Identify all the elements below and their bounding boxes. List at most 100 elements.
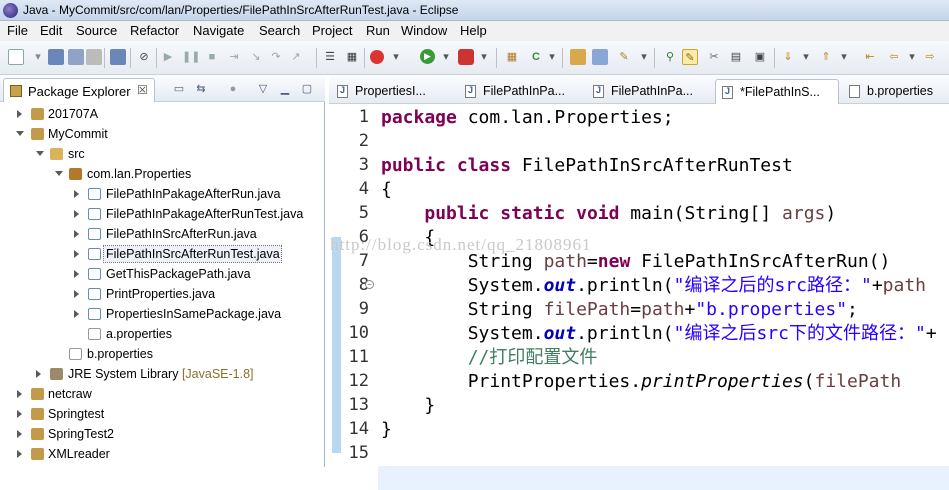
run-icon[interactable]: ▶ — [420, 49, 435, 64]
menu-search[interactable]: Search — [259, 23, 300, 38]
menu-edit[interactable]: Edit — [40, 23, 62, 38]
code-line-5[interactable]: public static void main(String[] args) — [381, 202, 836, 226]
terminate-icon[interactable]: ■ — [204, 49, 220, 65]
external-tools-icon[interactable] — [458, 49, 474, 65]
new-class-icon[interactable]: C — [528, 49, 544, 65]
new-java-project-icon[interactable]: ▦ — [504, 49, 520, 65]
previous-annotation-icon[interactable]: ⇑ — [818, 49, 834, 65]
toggle-mark-icon[interactable]: ⚲ — [662, 49, 678, 65]
tree-item-mycommit[interactable]: MyCommit — [0, 124, 324, 144]
next-annotation-icon[interactable]: ⇓ — [780, 49, 796, 65]
open-folder-icon[interactable] — [570, 49, 586, 65]
project-icon — [31, 448, 44, 460]
menu-help[interactable]: Help — [460, 23, 487, 38]
code-line-4[interactable]: { — [381, 178, 392, 202]
new-file-icon[interactable] — [8, 49, 24, 65]
tree-item-jre-library[interactable]: JRE System Library [JavaSE-1.8] — [0, 364, 324, 384]
code-line-12[interactable]: PrintProperties.printProperties(filePath — [381, 370, 902, 394]
menu-refactor[interactable]: Refactor — [130, 23, 179, 38]
tree-item-java-file[interactable]: GetThisPackagePath.java — [0, 264, 324, 284]
line-number: 14 — [348, 419, 369, 439]
tree-item-xmlreader[interactable]: XMLreader — [0, 444, 324, 464]
dropdown-arrow-icon[interactable]: ▾ — [476, 49, 492, 65]
code-line-10[interactable]: System.out.println("编译之后src下的文件路径："+ — [381, 322, 937, 346]
minimize-icon[interactable]: ▁ — [278, 82, 292, 96]
disconnect-icon[interactable]: ⇥ — [226, 49, 242, 65]
editor-tab[interactable]: PropertiesI... — [331, 79, 455, 104]
code-line-9[interactable]: String filePath=path+"b.properties"; — [381, 298, 858, 322]
package-explorer-tab[interactable]: Package Explorer ☒ — [3, 78, 155, 102]
menu-window[interactable]: Window — [401, 23, 447, 38]
menu-project[interactable]: Project — [312, 23, 352, 38]
tree-item-src[interactable]: src — [0, 144, 324, 164]
open-task-icon[interactable] — [592, 49, 608, 65]
code-line-14[interactable]: } — [381, 418, 392, 442]
dropdown-arrow-icon[interactable]: ▾ — [438, 49, 454, 65]
back-icon[interactable]: ⇦ — [886, 49, 902, 65]
dropdown-arrow-icon[interactable]: ▾ — [836, 49, 852, 65]
dropdown-arrow-icon[interactable]: ▾ — [388, 49, 404, 65]
open-type-icon[interactable]: ▦ — [344, 49, 360, 65]
block-selection-icon[interactable]: ✂ — [706, 49, 722, 65]
show-whitespace-icon[interactable]: ▤ — [728, 49, 744, 65]
editor-tab-active[interactable]: *FilePathInS... — [715, 79, 839, 104]
package-icon — [69, 168, 82, 180]
menu-file[interactable]: File — [7, 23, 28, 38]
menu-navigate[interactable]: Navigate — [193, 23, 244, 38]
skip-breakpoints-icon[interactable]: ⊘ — [136, 49, 152, 65]
minimize-view-icon[interactable]: ▭ — [172, 82, 186, 96]
outline-icon[interactable]: ☰ — [322, 49, 338, 65]
menu-run[interactable]: Run — [366, 23, 390, 38]
code-line-11[interactable]: //打印配置文件 — [381, 346, 598, 370]
close-icon[interactable]: ☒ — [137, 83, 148, 97]
dropdown-arrow-icon[interactable]: ▾ — [798, 49, 814, 65]
code-line-3[interactable]: public class FilePathInSrcAfterRunTest — [381, 154, 793, 178]
line-number: 9 — [358, 299, 369, 319]
save-icon[interactable] — [48, 49, 64, 65]
forward-icon[interactable]: ⇨ — [922, 49, 938, 65]
tree-item-java-file-selected[interactable]: FilePathInSrcAfterRunTest.java — [0, 244, 324, 264]
tree-item-java-file[interactable]: PrintProperties.java — [0, 284, 324, 304]
menu-source[interactable]: Source — [76, 23, 117, 38]
tree-item-package[interactable]: com.lan.Properties — [0, 164, 324, 184]
code-line-13[interactable]: } — [381, 394, 435, 418]
tree-item-java-file[interactable]: FilePathInSrcAfterRun.java — [0, 224, 324, 244]
toggle-highlight-icon[interactable]: ✎ — [682, 49, 698, 65]
tree-item-java-file[interactable]: PropertiesInSamePackage.java — [0, 304, 324, 324]
line-number: 2 — [358, 131, 369, 151]
fold-toggle-icon[interactable]: − — [365, 280, 374, 289]
code-line-1[interactable]: package com.lan.Properties; — [381, 106, 674, 130]
tree-item-properties-file[interactable]: b.properties — [0, 344, 324, 364]
search-icon[interactable]: ✎ — [616, 49, 632, 65]
tree-item-java-file[interactable]: FilePathInPakageAfterRun.java — [0, 184, 324, 204]
filters-icon[interactable]: ● — [226, 82, 240, 96]
show-source-icon[interactable]: ▣ — [752, 49, 768, 65]
last-edit-icon[interactable]: ⇤ — [862, 49, 878, 65]
editor-tab[interactable]: b.properties — [843, 79, 949, 104]
dropdown-arrow-icon[interactable]: ▾ — [30, 49, 46, 65]
maximize-icon[interactable]: ▢ — [300, 82, 314, 96]
save-all-icon[interactable] — [68, 49, 84, 65]
step-over-icon[interactable]: ↷ — [268, 49, 284, 65]
tree-item-201707A[interactable]: 201707A — [0, 104, 324, 124]
link-with-editor-icon[interactable]: ⇆ — [194, 82, 208, 96]
code-line-8[interactable]: System.out.println("编译之后的src路径："+path — [381, 274, 926, 298]
suspend-icon[interactable]: ❚❚ — [182, 49, 200, 65]
dropdown-arrow-icon[interactable]: ▾ — [544, 49, 560, 65]
resume-icon[interactable]: ▶ — [160, 49, 176, 65]
console-icon[interactable] — [110, 49, 126, 65]
debug-icon[interactable] — [370, 50, 384, 64]
editor-tab[interactable]: FilePathInPa... — [459, 79, 583, 104]
dropdown-arrow-icon[interactable]: ▾ — [904, 49, 920, 65]
tree-item-springtest2[interactable]: SpringTest2 — [0, 424, 324, 444]
tree-item-springtest[interactable]: Springtest — [0, 404, 324, 424]
dropdown-arrow-icon[interactable]: ▾ — [636, 49, 652, 65]
editor-tab[interactable]: FilePathInPa... — [587, 79, 711, 104]
step-return-icon[interactable]: ↗ — [288, 49, 304, 65]
step-into-icon[interactable]: ↘ — [248, 49, 264, 65]
print-icon[interactable] — [86, 49, 102, 65]
view-menu-icon[interactable]: ▽ — [256, 82, 270, 96]
tree-item-netcraw[interactable]: netcraw — [0, 384, 324, 404]
tree-item-java-file[interactable]: FilePathInPakageAfterRunTest.java — [0, 204, 324, 224]
tree-item-properties-file[interactable]: a.properties — [0, 324, 324, 344]
